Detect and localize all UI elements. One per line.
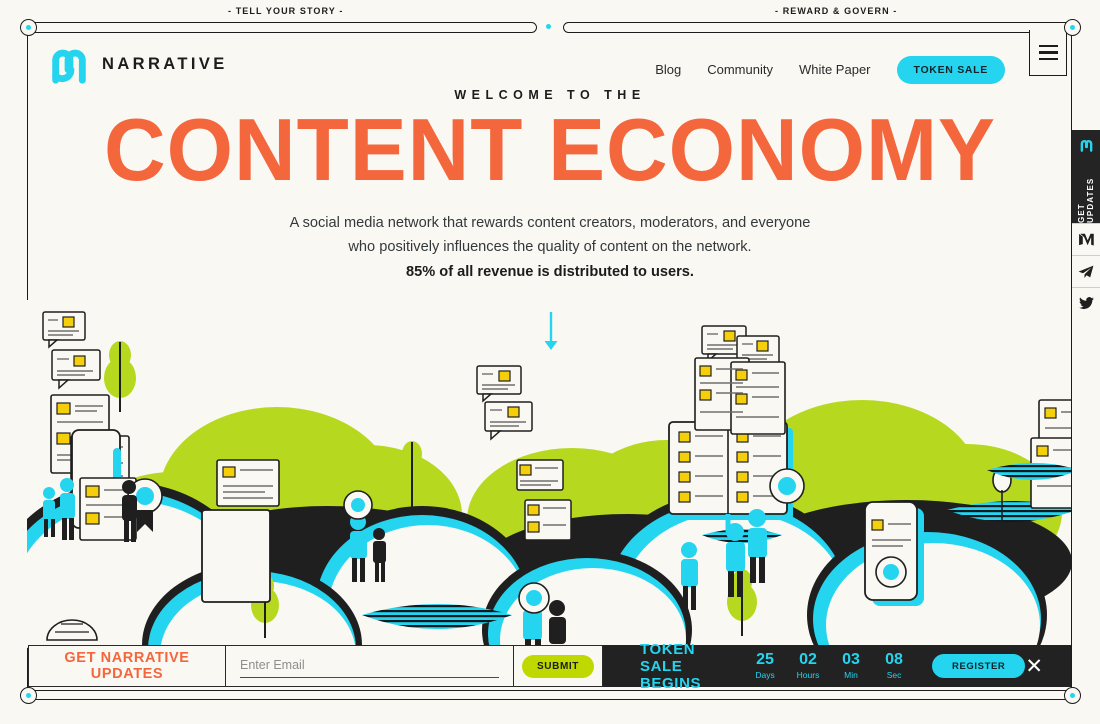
logo-link[interactable]: NARRATIVE	[48, 44, 228, 84]
submit-button[interactable]: SUBMIT	[522, 654, 594, 678]
countdown-unit-sec: 08 Sec	[882, 651, 906, 680]
countdown-min-value: 03	[842, 651, 860, 669]
landing-page: - TELL YOUR STORY - - REWARD & GOVERN - …	[0, 0, 1100, 724]
token-sale-button[interactable]: TOKEN SALE	[896, 56, 1005, 84]
bottom-bar: GET NARRATIVE UPDATES SUBMIT TOKEN SALE …	[28, 641, 1071, 692]
frame-rail-right	[563, 22, 1073, 33]
register-button[interactable]: REGISTER	[932, 653, 1026, 679]
countdown-units: 25 Days 02 Hours 03 Min 08 Sec	[753, 651, 906, 680]
newsletter-title: GET NARRATIVE UPDATES	[64, 650, 190, 682]
hero-section: WELCOME TO THE CONTENT ECONOMY A social …	[0, 88, 1100, 285]
close-icon[interactable]: ✕	[1025, 656, 1043, 677]
frame-center-dot	[546, 24, 551, 29]
site-header: NARRATIVE Blog Community White Paper TOK…	[0, 30, 1100, 100]
nav-item-blog[interactable]: Blog	[655, 62, 681, 77]
medium-icon[interactable]	[1072, 223, 1100, 255]
countdown-sec-label: Sec	[886, 669, 902, 680]
countdown-title: TOKEN SALE BEGINS	[640, 640, 702, 692]
telegram-icon[interactable]	[1072, 255, 1100, 287]
submit-wrap: SUBMIT	[513, 646, 602, 686]
narrative-logo-icon	[48, 44, 90, 84]
frame-rail-bottom	[30, 690, 1073, 700]
twitter-icon[interactable]	[1072, 287, 1100, 319]
nav-item-white-paper[interactable]: White Paper	[799, 62, 871, 77]
countdown-days-value: 25	[756, 651, 774, 669]
main-nav: Blog Community White Paper TOKEN SALE	[655, 56, 1005, 84]
email-field-wrap	[225, 646, 513, 686]
frame-node-top-right	[1064, 19, 1081, 36]
frame-label-right: - REWARD & GOVERN -	[775, 6, 898, 16]
frame-label-left: - TELL YOUR STORY -	[228, 6, 344, 16]
social-rail: GET UPDATES	[1072, 130, 1100, 319]
frame-node-top-left	[20, 19, 37, 36]
countdown-days-label: Days	[755, 669, 775, 680]
brand-name: NARRATIVE	[102, 54, 228, 73]
page-title: CONTENT ECONOMY	[104, 100, 996, 199]
hero-description: A social media network that rewards cont…	[0, 211, 1100, 285]
token-sale-countdown: TOKEN SALE BEGINS 25 Days 02 Hours 03 Mi…	[603, 641, 1071, 692]
nav-item-community[interactable]: Community	[707, 62, 773, 77]
countdown-min-label: Min	[844, 669, 858, 680]
frame-rail-left	[30, 22, 537, 33]
narrative-logo-icon	[1079, 138, 1094, 157]
hamburger-menu-icon[interactable]	[1029, 30, 1067, 76]
get-updates-label: GET UPDATES	[1077, 177, 1095, 223]
hero-line-1: A social media network that rewards cont…	[289, 214, 811, 231]
email-input[interactable]	[240, 654, 499, 678]
countdown-sec-value: 08	[885, 651, 903, 669]
countdown-unit-days: 25 Days	[753, 651, 777, 680]
hero-line-3: 85% of all revenue is distributed to use…	[406, 263, 694, 280]
newsletter-signup: GET NARRATIVE UPDATES SUBMIT	[28, 645, 603, 687]
get-updates-tab[interactable]: GET UPDATES	[1072, 130, 1100, 223]
hero-line-2: who positively influences the quality of…	[348, 239, 752, 256]
countdown-unit-hours: 02 Hours	[796, 651, 820, 680]
countdown-hours-label: Hours	[796, 669, 820, 680]
frame-node-bottom-right	[1064, 687, 1081, 704]
countdown-hours-value: 02	[799, 651, 817, 669]
frame-node-bottom-left	[20, 687, 37, 704]
countdown-unit-min: 03 Min	[839, 651, 863, 680]
scroll-down-arrow-icon[interactable]	[543, 312, 559, 357]
